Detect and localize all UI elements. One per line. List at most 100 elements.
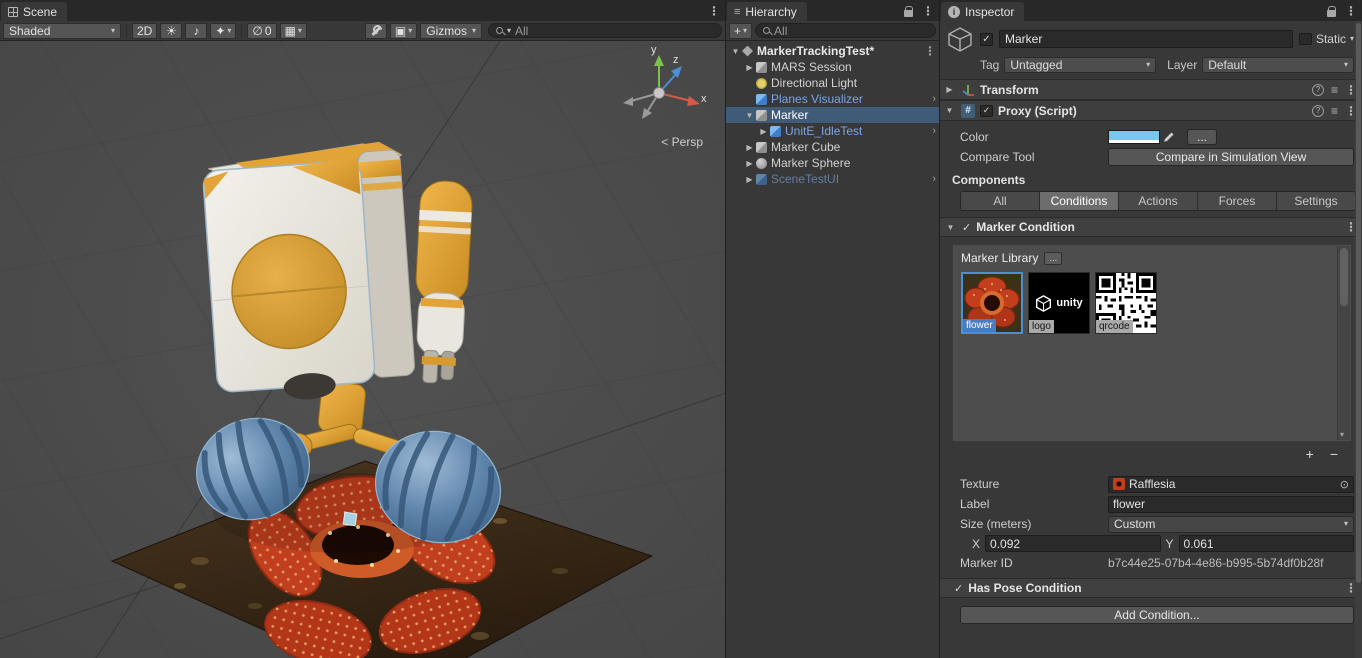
eyedropper-icon[interactable]	[1162, 131, 1175, 144]
y-input[interactable]: 0.061	[1179, 535, 1354, 552]
prefab-icon	[770, 126, 781, 137]
mars-camera-dropdown[interactable]: ▣ ▾	[390, 23, 417, 39]
axis-y-label[interactable]: y	[651, 44, 657, 56]
foldout-closed-icon[interactable]: ▶	[743, 159, 756, 168]
presets-icon[interactable]: ≡	[1331, 83, 1338, 97]
scene-asset-icon	[742, 46, 753, 57]
hierarchy-panel: ≡ Hierarchy ⋮ + ▾ All ▼ MarkerTrackingTe…	[726, 0, 940, 658]
grid-settings-dropdown[interactable]: ▦ ▾	[280, 23, 307, 39]
scene-visibility-button[interactable]: ∅ 0	[247, 23, 276, 39]
tab-actions[interactable]: Actions	[1119, 192, 1198, 210]
static-dropdown[interactable]: Static ▾	[1299, 32, 1354, 46]
tab-all[interactable]: All	[961, 192, 1040, 210]
foldout-closed-icon[interactable]: ▶	[743, 63, 756, 72]
foldout-open-icon[interactable]: ▼	[943, 106, 956, 115]
hierarchy-search-input[interactable]: All	[755, 23, 936, 38]
label-input[interactable]: flower	[1108, 496, 1354, 513]
name-input[interactable]: Marker	[999, 30, 1293, 48]
foldout-open-icon[interactable]: ▼	[944, 223, 957, 232]
tag-dropdown[interactable]: Untagged ▾	[1004, 57, 1156, 73]
library-scrollbar[interactable]: ▾	[1337, 246, 1350, 440]
tab-conditions[interactable]: Conditions	[1040, 192, 1119, 210]
lock-icon[interactable]	[904, 10, 913, 17]
marker-thumbnail-qrcode[interactable]: qrcode	[1095, 272, 1157, 334]
compare-simulation-button[interactable]: Compare in Simulation View	[1108, 148, 1354, 166]
axis-x-label[interactable]: x	[701, 93, 707, 105]
scene-menu-icon[interactable]: ⋮	[708, 4, 720, 18]
foldout-closed-icon[interactable]: ▶	[757, 127, 770, 136]
foldout-closed-icon[interactable]: ▶	[743, 175, 756, 184]
x-input[interactable]: 0.092	[985, 535, 1160, 552]
hierarchy-item-planes-visualizer[interactable]: Planes Visualizer ›	[726, 91, 939, 107]
foldout-open-icon[interactable]: ▼	[729, 47, 742, 56]
scene-search-input[interactable]: ▾ All	[488, 23, 722, 38]
hierarchy-menu-icon[interactable]: ⋮	[922, 4, 934, 18]
foldout-closed-icon[interactable]: ▶	[743, 143, 756, 152]
color-label: Color	[960, 130, 1108, 144]
tab-settings[interactable]: Settings	[1277, 192, 1355, 210]
projection-toggle[interactable]: < Persp	[661, 135, 703, 149]
presets-icon[interactable]: ≡	[1331, 104, 1338, 118]
axis-z-label[interactable]: z	[673, 54, 679, 66]
marker-thumbnail-logo[interactable]: unity logo	[1028, 272, 1090, 334]
hierarchy-item-marker-cube[interactable]: ▶ Marker Cube	[726, 139, 939, 155]
hierarchy-item-marker[interactable]: ▼ Marker	[726, 107, 939, 123]
tab-forces[interactable]: Forces	[1198, 192, 1277, 210]
create-object-button[interactable]: + ▾	[729, 23, 752, 39]
hierarchy-item-mars-session[interactable]: ▶ MARS Session	[726, 59, 939, 75]
marker-thumbnail-flower[interactable]: flower	[961, 272, 1023, 334]
layer-dropdown[interactable]: Default ▾	[1202, 57, 1354, 73]
hierarchy-item-scenetestui[interactable]: ▶ SceneTestUI ›	[726, 171, 939, 187]
script-icon: #	[961, 104, 975, 118]
remove-marker-button[interactable]: −	[1330, 448, 1338, 460]
gizmos-dropdown[interactable]: Gizmos ▾	[420, 23, 482, 39]
lock-icon[interactable]	[1327, 10, 1336, 17]
hierarchy-item-label: Directional Light	[771, 76, 857, 90]
texture-object-field[interactable]: Rafflesia ⊙	[1108, 476, 1354, 493]
inspector-scrollbar-thumb[interactable]	[1356, 23, 1361, 583]
proxy-component-header[interactable]: ▼ # ✓ Proxy (Script) ? ≡ ⋮	[940, 100, 1362, 121]
effects-dropdown[interactable]: ✦ ▾	[210, 23, 236, 39]
library-scrollbar-thumb[interactable]	[1340, 248, 1348, 306]
transform-component-header[interactable]: ▶ Transform ? ≡ ⋮	[940, 79, 1362, 100]
tab-hierarchy[interactable]: ≡ Hierarchy	[727, 2, 807, 21]
hierarchy-item-directional-light[interactable]: Directional Light	[726, 75, 939, 91]
marker-condition-header[interactable]: ▼ ✓ Marker Condition ⋮	[940, 217, 1362, 237]
hierarchy-item-unite-idletest[interactable]: ▶ UnitE_IdleTest ›	[726, 123, 939, 139]
active-checkbox[interactable]: ✓	[980, 33, 993, 46]
color-swatch[interactable]	[1108, 130, 1160, 144]
scroll-down-icon[interactable]: ▾	[1340, 430, 1344, 439]
prefab-open-icon[interactable]: ›	[932, 94, 936, 105]
prefab-open-icon[interactable]: ›	[932, 174, 936, 185]
add-marker-button[interactable]: +	[1306, 448, 1314, 460]
prefab-open-icon[interactable]: ›	[932, 126, 936, 137]
toggle-2d-button[interactable]: 2D	[132, 23, 157, 39]
hierarchy-item-marker-sphere[interactable]: ▶ Marker Sphere	[726, 155, 939, 171]
inspector-scrollbar[interactable]	[1355, 21, 1362, 658]
tab-inspector[interactable]: i Inspector	[941, 2, 1024, 21]
size-dropdown[interactable]: Custom ▾	[1108, 516, 1354, 533]
color-more-button[interactable]: ...	[1187, 129, 1217, 145]
object-picker-icon[interactable]: ⊙	[1340, 478, 1349, 491]
scene-options-icon[interactable]: ⋮	[924, 45, 936, 57]
mars-tools-button[interactable]	[365, 23, 387, 39]
scene-3d-viewport[interactable]: y z x < Persp	[0, 41, 725, 658]
static-checkbox[interactable]	[1299, 33, 1312, 45]
audio-toggle-button[interactable]: ♪	[185, 23, 207, 39]
draw-mode-dropdown[interactable]: Shaded ▾	[3, 23, 121, 39]
help-icon[interactable]: ?	[1312, 84, 1324, 96]
foldout-open-icon[interactable]: ▼	[743, 111, 756, 120]
has-pose-condition-header[interactable]: ✓ Has Pose Condition ⋮	[940, 578, 1362, 598]
color-field[interactable]	[1108, 130, 1175, 144]
caret-down-icon: ▾	[1344, 61, 1348, 69]
hierarchy-item-scene-root[interactable]: ▼ MarkerTrackingTest* ⋮	[726, 43, 939, 59]
tab-scene[interactable]: Scene	[1, 2, 67, 21]
marker-library-more-button[interactable]: ...	[1044, 252, 1062, 265]
component-enabled-checkbox[interactable]: ✓	[980, 105, 993, 117]
foldout-closed-icon[interactable]: ▶	[943, 85, 956, 94]
lighting-toggle-button[interactable]: ☀	[160, 23, 182, 39]
add-condition-button[interactable]: Add Condition...	[960, 606, 1354, 624]
orientation-gizmo[interactable]: y z x	[607, 49, 711, 133]
inspector-menu-icon[interactable]: ⋮	[1345, 4, 1357, 18]
help-icon[interactable]: ?	[1312, 105, 1324, 117]
